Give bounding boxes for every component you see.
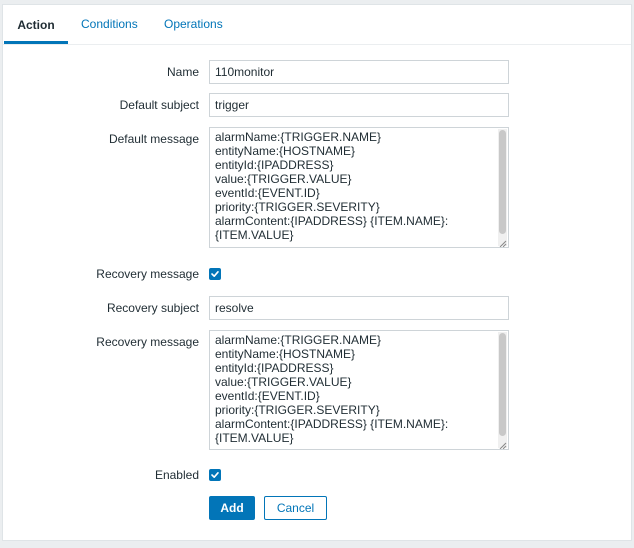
resize-grip-icon[interactable] bbox=[498, 439, 507, 449]
tab-operations[interactable]: Operations bbox=[164, 5, 223, 43]
cancel-button[interactable]: Cancel bbox=[264, 496, 327, 520]
recovery-message-line: alarmName:{TRIGGER.NAME} bbox=[215, 333, 382, 347]
recovery-message-line: entityName:{HOSTNAME} bbox=[215, 347, 356, 361]
recovery-message-toggle-label: Recovery message bbox=[96, 267, 199, 281]
default-message-line: {ITEM.VALUE} bbox=[215, 228, 294, 242]
default-message-line: value:{TRIGGER.VALUE} bbox=[215, 172, 352, 186]
name-input[interactable] bbox=[209, 60, 509, 84]
default-message-label: Default message bbox=[108, 132, 199, 146]
default-message-line: entityId:{IPADDRESS} bbox=[215, 158, 334, 172]
tab-conditions[interactable]: Conditions bbox=[81, 5, 138, 43]
enabled-label: Enabled bbox=[154, 468, 199, 482]
recovery-subject-input[interactable] bbox=[209, 296, 509, 320]
default-message-line: priority:{TRIGGER.SEVERITY} bbox=[215, 200, 380, 214]
scrollbar-thumb[interactable] bbox=[499, 130, 506, 234]
default-subject-label: Default subject bbox=[119, 98, 199, 112]
default-message-line: entityName:{HOSTNAME} bbox=[215, 144, 356, 158]
recovery-message-textarea[interactable]: alarmName:{TRIGGER.NAME} entityName:{HOS… bbox=[209, 330, 509, 450]
add-button[interactable]: Add bbox=[209, 496, 255, 520]
recovery-message-line: eventId:{EVENT.ID} bbox=[215, 389, 320, 403]
recovery-message-line: alarmContent:{IPADDRESS} {ITEM.NAME}: bbox=[215, 417, 449, 431]
action-form-panel: Action Conditions Operations Name Defaul… bbox=[2, 4, 632, 541]
default-message-scrollbar[interactable] bbox=[498, 129, 507, 246]
recovery-message-line: {ITEM.VALUE} bbox=[215, 431, 294, 445]
enabled-checkbox[interactable] bbox=[209, 469, 221, 481]
recovery-message-line: priority:{TRIGGER.SEVERITY} bbox=[215, 403, 380, 417]
recovery-subject-label: Recovery subject bbox=[106, 301, 199, 315]
recovery-message-scrollbar[interactable] bbox=[498, 332, 507, 448]
checkmark-icon bbox=[211, 271, 219, 277]
default-subject-input[interactable] bbox=[209, 93, 509, 117]
default-message-line: alarmContent:{IPADDRESS} {ITEM.NAME}: bbox=[215, 214, 449, 228]
recovery-message-label: Recovery message bbox=[96, 335, 199, 349]
name-label: Name bbox=[166, 65, 199, 79]
default-message-line: eventId:{EVENT.ID} bbox=[215, 186, 320, 200]
page-background: Action Conditions Operations Name Defaul… bbox=[0, 0, 634, 548]
resize-grip-icon[interactable] bbox=[498, 237, 507, 247]
default-message-line: alarmName:{TRIGGER.NAME} bbox=[215, 130, 382, 144]
default-message-textarea[interactable]: alarmName:{TRIGGER.NAME} entityName:{HOS… bbox=[209, 127, 509, 248]
scrollbar-thumb[interactable] bbox=[499, 333, 506, 436]
tab-action[interactable]: Action bbox=[4, 5, 68, 44]
recovery-message-checkbox[interactable] bbox=[209, 268, 221, 280]
tab-bar: Action Conditions Operations bbox=[3, 5, 631, 45]
recovery-message-line: entityId:{IPADDRESS} bbox=[215, 361, 334, 375]
checkmark-icon bbox=[211, 472, 219, 478]
recovery-message-line: value:{TRIGGER.VALUE} bbox=[215, 375, 352, 389]
